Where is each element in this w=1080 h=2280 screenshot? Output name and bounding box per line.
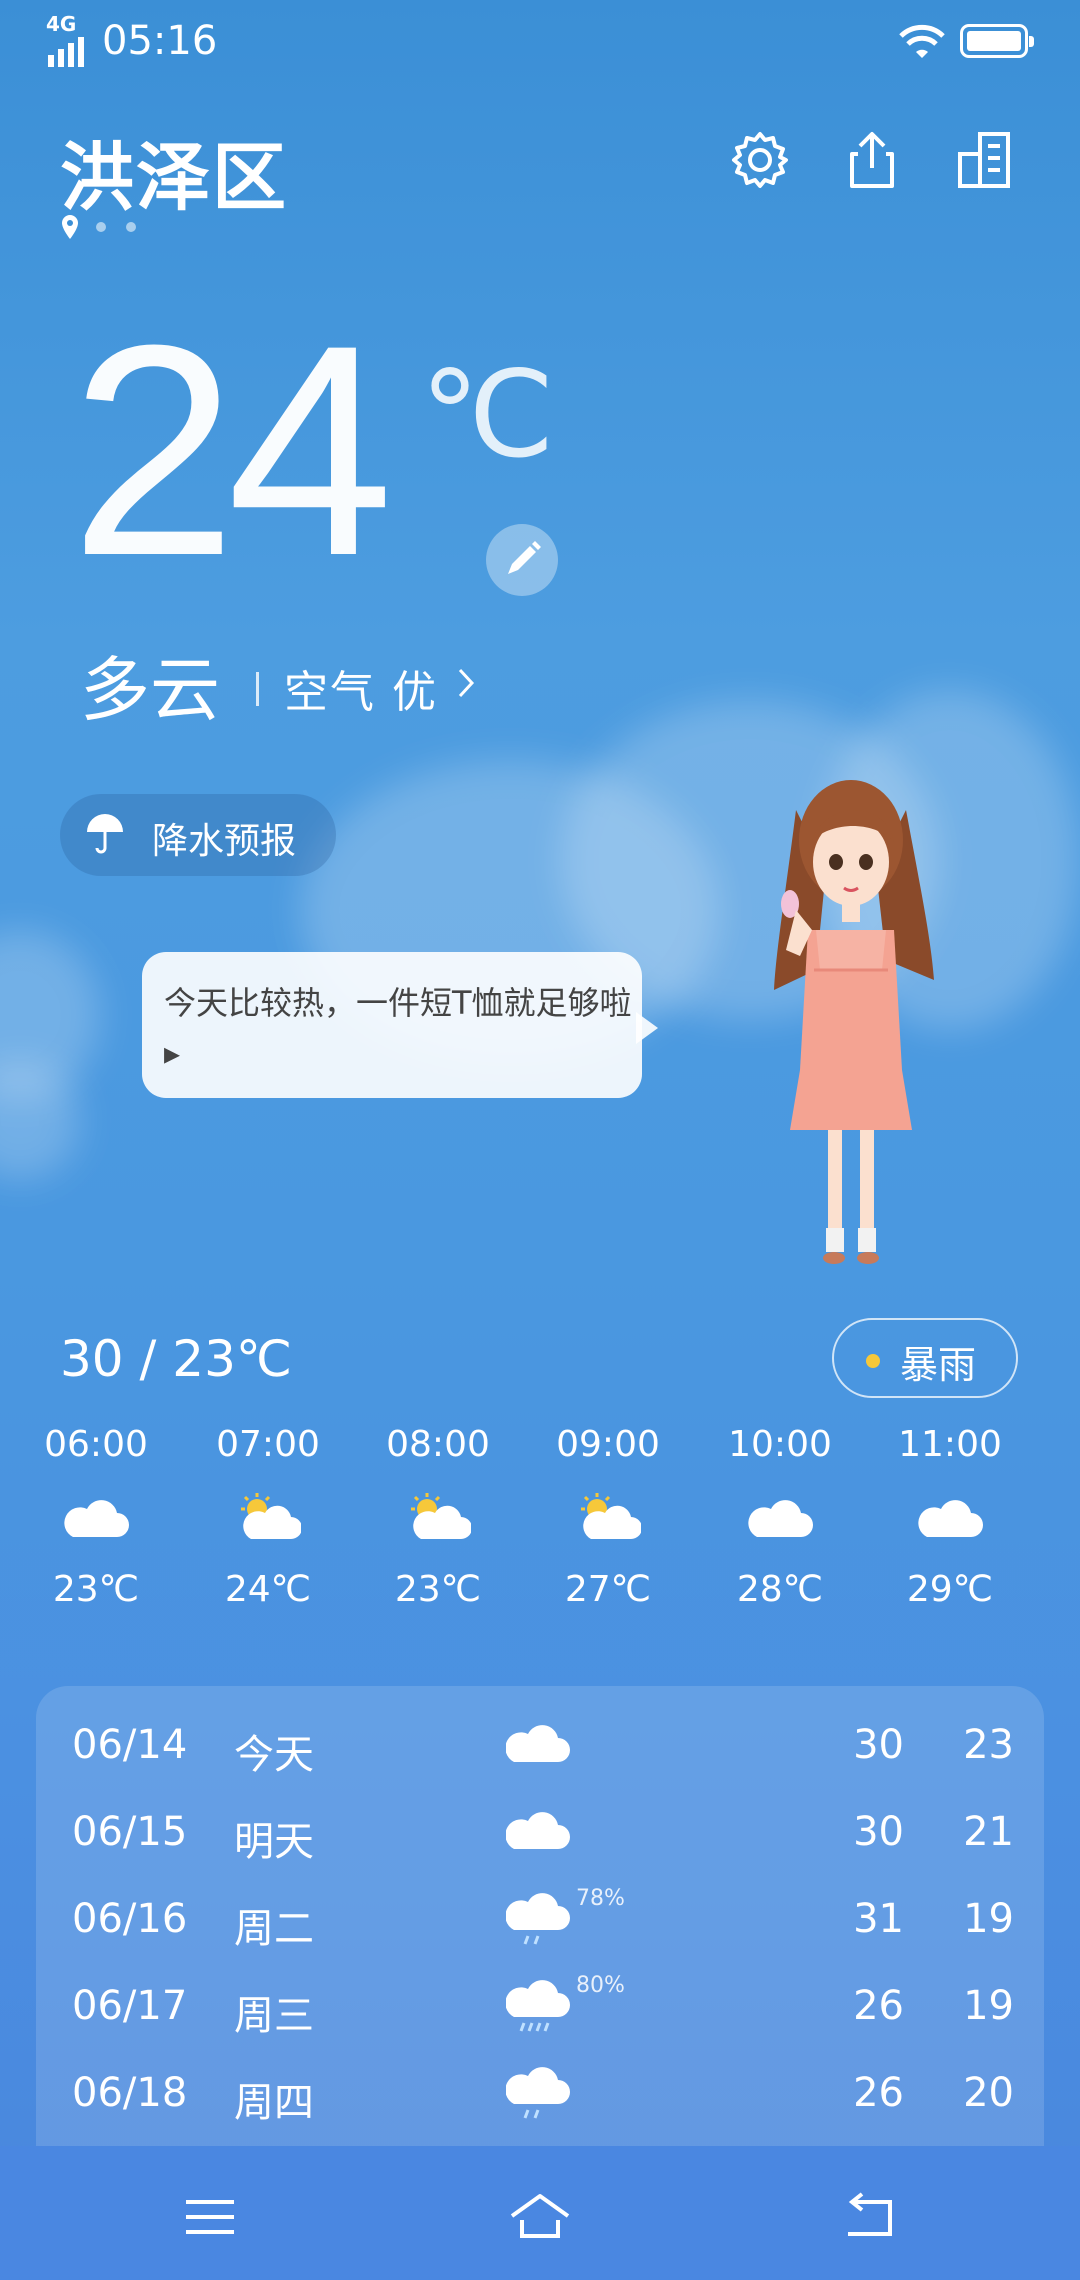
rain-cloud-icon: [506, 2067, 570, 2119]
page-indicator-dot: [96, 222, 106, 232]
rain-cloud-icon: [506, 1893, 570, 1945]
status-time: 05:16: [102, 18, 218, 64]
signal-icon: [48, 37, 84, 67]
daily-date: 06/17: [72, 1983, 188, 2029]
daily-high: 31: [853, 1896, 904, 1942]
back-icon[interactable]: [838, 2190, 902, 2244]
daily-high: 30: [853, 1809, 904, 1855]
hourly-item: 08:00 23℃: [358, 1424, 518, 1610]
daily-precip: 80%: [576, 1973, 625, 1998]
clothing-tip-bubble[interactable]: 今天比较热，一件短T恤就足够啦▸: [142, 952, 642, 1098]
city-name[interactable]: 洪泽区: [60, 118, 288, 225]
air-quality-link[interactable]: 空气 优: [284, 656, 438, 720]
current-temperature: 24: [70, 282, 394, 618]
hour-time: 07:00: [216, 1424, 320, 1465]
daily-low: 19: [963, 1983, 1014, 2029]
daily-date: 06/16: [72, 1896, 188, 1942]
cloud-icon: [918, 1500, 983, 1537]
cloud-icon: [506, 1725, 570, 1762]
weather-girl-illustration[interactable]: [756, 770, 946, 1290]
daily-precip: 78%: [576, 1886, 625, 1911]
pencil-icon: [508, 541, 541, 574]
daily-row[interactable]: 06/17 周三 80% 26 19: [36, 1963, 1044, 2050]
warning-dot: [866, 1354, 880, 1368]
daily-day: 明天: [234, 1819, 314, 1865]
wifi-icon: [899, 24, 945, 58]
daily-low: 23: [963, 1722, 1014, 1768]
today-high-low: 30 / 23℃: [60, 1330, 293, 1388]
partly-cloudy-icon: [411, 1493, 471, 1539]
home-icon[interactable]: [508, 2190, 572, 2244]
hourly-item: 09:00 27℃: [528, 1424, 688, 1610]
daily-day: 周三: [234, 1993, 314, 2039]
hourly-item: 06:00 23℃: [16, 1424, 176, 1610]
page-indicator-dot: [126, 222, 136, 232]
daily-date: 06/18: [72, 2070, 188, 2116]
daily-high: 30: [853, 1722, 904, 1768]
hourly-item: 11:00 29℃: [870, 1424, 1030, 1610]
bubble-tail: [636, 1012, 658, 1044]
edit-pencil-button[interactable]: [486, 524, 558, 596]
hour-temp: 23℃: [394, 1569, 482, 1610]
chevron-right-icon: [458, 668, 475, 698]
daily-row[interactable]: 06/16 周二 78% 31 19: [36, 1876, 1044, 1963]
umbrella-icon: [87, 814, 123, 854]
hour-temp: 29℃: [906, 1569, 994, 1610]
daily-day: 周二: [234, 1906, 314, 1952]
cloud-icon: [506, 1812, 570, 1849]
daily-high: 26: [853, 2070, 904, 2116]
cloud-icon: [64, 1500, 129, 1537]
rainstorm-warning-badge[interactable]: 暴雨: [832, 1318, 1018, 1398]
hour-time: 11:00: [898, 1424, 1002, 1465]
location-pin-icon: [62, 215, 78, 239]
daily-high: 26: [853, 1983, 904, 2029]
share-icon[interactable]: [840, 128, 904, 192]
daily-forecast-card[interactable]: 06/14 今天 30 23 06/15 明天 30 21 06/16 周二 7…: [36, 1686, 1044, 2146]
divider: [256, 672, 259, 706]
daily-day: 周四: [234, 2080, 314, 2126]
hour-temp: 28℃: [736, 1569, 824, 1610]
daily-date: 06/15: [72, 1809, 188, 1855]
hourly-item: 07:00 24℃: [188, 1424, 348, 1610]
hour-temp: 27℃: [564, 1569, 652, 1610]
daily-row[interactable]: 06/15 明天 30 21: [36, 1789, 1044, 1876]
heavy-rain-cloud-icon: [506, 1980, 570, 2032]
hour-time: 06:00: [44, 1424, 148, 1465]
daily-row[interactable]: 06/14 今天 30 23: [36, 1702, 1044, 1789]
hour-time: 10:00: [728, 1424, 832, 1465]
hour-temp: 23℃: [52, 1569, 140, 1610]
status-bar: 4G 05:16: [0, 0, 1080, 84]
partly-cloudy-icon: [241, 1493, 301, 1539]
daily-low: 20: [963, 2070, 1014, 2116]
temperature-unit: ℃: [420, 348, 555, 482]
daily-low: 19: [963, 1896, 1014, 1942]
hour-temp: 24℃: [224, 1569, 312, 1610]
hour-time: 08:00: [386, 1424, 490, 1465]
cloud-icon: [748, 1500, 813, 1537]
daily-date: 06/14: [72, 1722, 188, 1768]
daily-row[interactable]: 06/18 周四 26 20: [36, 2050, 1044, 2137]
daily-low: 21: [963, 1809, 1014, 1855]
battery-icon: [960, 24, 1034, 58]
warning-label: 暴雨: [900, 1343, 977, 1387]
hourly-item: 10:00 28℃: [700, 1424, 860, 1610]
navigation-bar: [0, 2146, 1080, 2280]
precipitation-forecast-label: 降水预报: [152, 821, 297, 862]
precipitation-forecast-button[interactable]: 降水预报: [60, 794, 336, 876]
menu-icon[interactable]: [178, 2190, 242, 2244]
settings-gear-icon[interactable]: [728, 128, 792, 192]
city-manage-icon[interactable]: [952, 128, 1016, 192]
partly-cloudy-icon: [581, 1493, 641, 1539]
weather-condition: 多云: [80, 649, 220, 731]
daily-day: 今天: [234, 1732, 314, 1778]
clothing-tip-text: 今天比较热，一件短T恤就足够啦▸: [164, 984, 632, 1072]
hour-time: 09:00: [556, 1424, 660, 1465]
